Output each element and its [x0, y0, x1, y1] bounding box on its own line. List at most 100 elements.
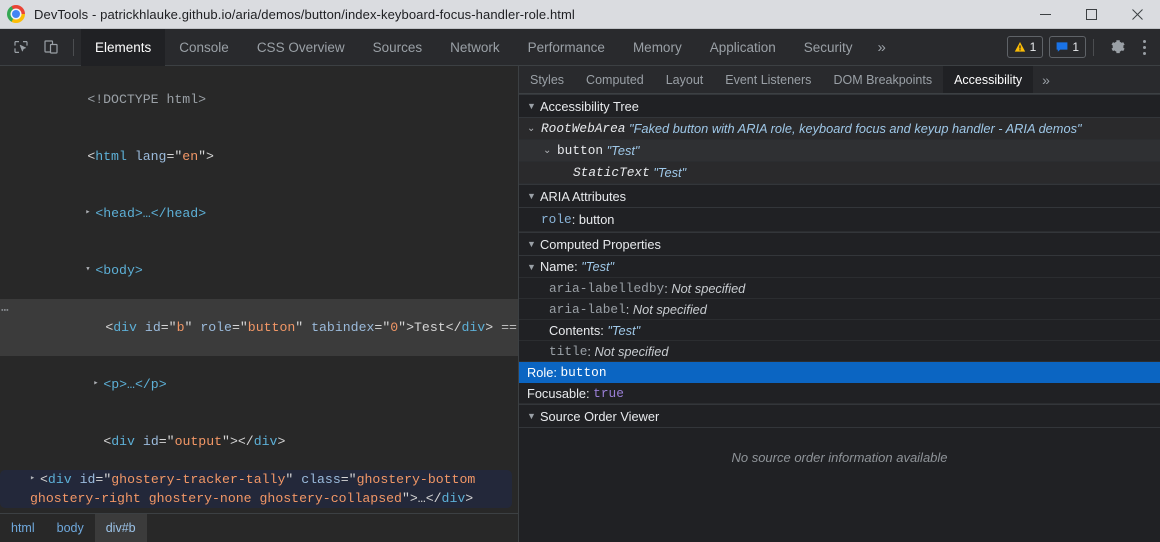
section-computed-properties[interactable]: ▼ Computed Properties: [519, 232, 1160, 256]
div-b-attr-id-name: id: [144, 320, 161, 336]
computed-property-role[interactable]: Role: button: [519, 362, 1160, 383]
dom-row-hovered[interactable]: ▸ <div id="ghostery-tracker-tally" class=…: [0, 469, 512, 509]
inspect-element-icon[interactable]: [6, 34, 36, 60]
source-order-empty-message: No source order information available: [731, 450, 948, 465]
expand-spacer: ▸: [77, 146, 87, 165]
chevron-down-icon[interactable]: ▼: [527, 262, 540, 272]
breadcrumb: html body div#b: [0, 513, 518, 542]
breadcrumb-item-body[interactable]: body: [46, 514, 95, 542]
tab-security[interactable]: Security: [790, 29, 867, 66]
tab-computed[interactable]: Computed: [575, 66, 655, 93]
tab-console[interactable]: Console: [165, 29, 243, 66]
gear-icon[interactable]: [1105, 34, 1131, 60]
section-title: Source Order Viewer: [540, 408, 660, 424]
dom-row[interactable]: ▸ <p>…</p>: [0, 356, 518, 413]
expand-triangle-head[interactable]: ▸: [85, 203, 95, 222]
computed-name-value: "Test": [581, 259, 615, 274]
chevron-down-icon: ▼: [527, 239, 536, 249]
message-badge[interactable]: 1: [1049, 36, 1086, 58]
chevron-down-icon: ▼: [527, 411, 536, 421]
warning-count: 1: [1029, 40, 1037, 54]
tab-accessibility[interactable]: Accessibility: [943, 66, 1034, 93]
dom-row[interactable]: ▸</body>: [0, 508, 518, 513]
window-title: DevTools - patrickhlauke.github.io/aria/…: [34, 6, 575, 22]
html-tag-name: html: [95, 149, 127, 165]
dom-row[interactable]: ▸<!DOCTYPE html>: [0, 71, 518, 128]
section-accessibility-tree[interactable]: ▼ Accessibility Tree: [519, 94, 1160, 118]
section-aria-attributes[interactable]: ▼ ARIA Attributes: [519, 184, 1160, 208]
panel-tabs: Elements Console CSS Overview Sources Ne…: [81, 28, 1001, 66]
kebab-menu-icon[interactable]: [1133, 34, 1155, 60]
name-source-key: aria-labelledby: [549, 280, 665, 296]
dom-row[interactable]: <div id="output"></div>: [0, 413, 518, 470]
tab-application[interactable]: Application: [696, 29, 790, 66]
dom-row[interactable]: ▾ <body>: [0, 242, 518, 299]
tab-memory[interactable]: Memory: [619, 29, 696, 66]
div-b-attr-tabindex-value: 0: [390, 320, 399, 336]
chevron-down-icon[interactable]: ⌄: [543, 145, 557, 156]
sidebar-tabs: Styles Computed Layout Event Listeners D…: [519, 66, 1160, 94]
sidebar-more-tabs-icon[interactable]: »: [1033, 66, 1059, 93]
div-output-tag-name: div: [111, 434, 135, 450]
dom-row[interactable]: ▸ <head>…</head>: [0, 185, 518, 242]
tab-styles[interactable]: Styles: [519, 66, 575, 93]
dom-row[interactable]: ▸<html lang="en">: [0, 128, 518, 185]
warning-badge[interactable]: 1: [1006, 36, 1044, 58]
expand-triangle-p[interactable]: ▸: [93, 374, 103, 393]
tab-css-overview[interactable]: CSS Overview: [243, 29, 359, 66]
computed-property-key: Focusable:: [527, 385, 590, 401]
div-ghostery-attr-class-name: class: [301, 472, 341, 488]
name-source-key: Contents: [549, 322, 601, 338]
name-source-contents: Contents: "Test": [519, 320, 1160, 341]
a11y-tree-node-statictext[interactable]: StaticText "Test": [519, 162, 1160, 184]
aria-attribute-key: role: [541, 212, 572, 227]
elements-panel: ▸<!DOCTYPE html> ▸<html lang="en"> ▸<hea…: [0, 66, 519, 542]
a11y-tree-node-rootwebarea[interactable]: ⌄ RootWebArea "Faked button with ARIA rol…: [519, 118, 1160, 140]
breadcrumb-item-html[interactable]: html: [0, 514, 46, 542]
p-node-text: <p>…</p>: [103, 377, 167, 393]
computed-property-focusable[interactable]: Focusable: true: [519, 383, 1160, 404]
close-icon[interactable]: [1114, 0, 1160, 29]
tab-sources[interactable]: Sources: [359, 29, 437, 66]
chevron-down-icon: ▼: [527, 191, 536, 201]
div-ghostery-attr-id-name: id: [79, 472, 96, 488]
div-output-close-tag: div: [253, 434, 278, 450]
accessibility-pane: ▼ Accessibility Tree ⌄ RootWebArea "Faked…: [519, 94, 1160, 542]
sidebar-pane: Styles Computed Layout Event Listeners D…: [519, 66, 1160, 542]
div-b-close-tag: div: [461, 320, 486, 336]
tab-event-listeners[interactable]: Event Listeners: [714, 66, 822, 93]
tab-dom-breakpoints[interactable]: DOM Breakpoints: [822, 66, 943, 93]
tab-elements[interactable]: Elements: [81, 28, 166, 66]
div-output-attr-value: output: [174, 434, 223, 450]
section-source-order-viewer[interactable]: ▼ Source Order Viewer: [519, 404, 1160, 428]
doctype-text: <!DOCTYPE html>: [87, 92, 207, 107]
collapse-triangle-body[interactable]: ▾: [85, 260, 95, 279]
computed-property-key: Role:: [527, 364, 557, 380]
expand-triangle-ghostery[interactable]: ▸: [30, 469, 40, 488]
minimize-icon[interactable]: [1022, 0, 1068, 29]
breadcrumb-item-div-b[interactable]: div#b: [94, 514, 147, 542]
aria-attribute-row[interactable]: role: button: [519, 208, 1160, 232]
body-open-tag: <body>: [95, 263, 143, 279]
name-source-value: "Test": [607, 322, 641, 338]
device-toolbar-icon[interactable]: [36, 34, 66, 60]
tab-layout[interactable]: Layout: [655, 66, 715, 93]
aria-attribute-value: button: [578, 212, 615, 227]
more-tabs-icon[interactable]: »: [867, 29, 897, 66]
computed-property-value: true: [593, 385, 624, 401]
chevron-down-icon[interactable]: ⌄: [527, 123, 541, 134]
a11y-node-name: "Faked button with ARIA role, keyboard f…: [629, 121, 1082, 136]
a11y-tree-node-button[interactable]: ⌄ button "Test": [519, 140, 1160, 162]
node-badge-ellipsis[interactable]: ⋯: [1, 301, 10, 320]
devtools-toolbar: Elements Console CSS Overview Sources Ne…: [0, 28, 1160, 66]
expand-spacer: ▸: [77, 89, 87, 108]
tab-network[interactable]: Network: [436, 29, 514, 66]
name-source-aria-label: aria-label: Not specified: [519, 299, 1160, 320]
computed-name-row[interactable]: ▼ Name: "Test": [519, 256, 1160, 278]
dom-row-selected[interactable]: ⋯ <div id="b" role="button" tabindex="0">…: [0, 299, 518, 357]
section-title: Computed Properties: [540, 236, 661, 252]
div-b-attr-tabindex-name: tabindex: [311, 320, 375, 336]
div-output-attr-name: id: [142, 434, 159, 450]
maximize-icon[interactable]: [1068, 0, 1114, 29]
tab-performance[interactable]: Performance: [514, 29, 619, 66]
